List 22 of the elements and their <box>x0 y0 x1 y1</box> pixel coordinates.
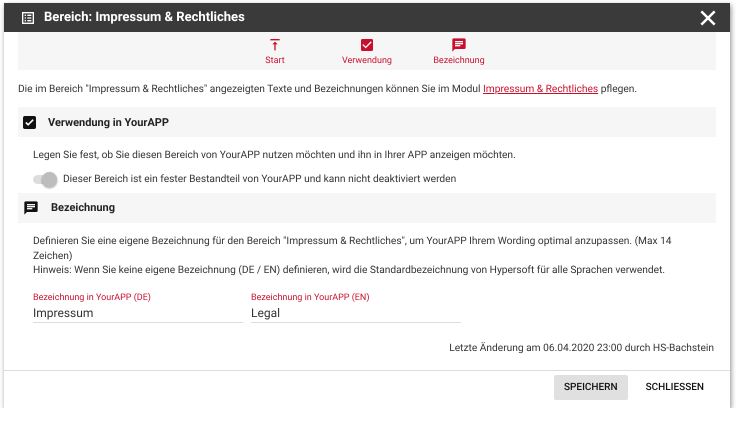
section-title: Bezeichnung <box>51 201 115 214</box>
window-title: Bereich: Impressum & Rechtliches <box>44 10 246 25</box>
last-change-text: Letzte Änderung am 06.04.2020 23:00 durch HS-Bachstein <box>448 341 714 356</box>
save-button[interactable]: SPEICHERN <box>554 375 628 400</box>
comment-icon <box>451 37 467 53</box>
nav-link[interactable]: Verwendung <box>342 56 392 66</box>
checkbox-icon <box>359 37 375 53</box>
section-description: Legen Sie fest, ob Sie diesen Bereich von YourAPP nutzen möchten und ihn in Ihrer APP anzeigen möchten. <box>32 149 517 163</box>
close-text-button[interactable]: SCHLIESSEN <box>636 375 714 400</box>
toggle-label: Dieser Bereich ist ein fester Bestandteil von YourAPP und kann nicht deaktiviert werden <box>63 174 456 185</box>
nav-link[interactable]: Bezeichnung <box>433 56 485 66</box>
nav-link[interactable]: Start <box>265 56 285 66</box>
field-label: Bezeichnung in YourAPP (DE) <box>33 293 152 304</box>
module-link[interactable]: Impressum & Rechtliches <box>483 84 598 95</box>
list-icon <box>20 10 36 26</box>
section-description: Definieren Sie eine eigene Bezeichnung für den Bereich "Impressum & Rechtliches", um YourAPP Ihrem Wording optimal anzupassen. (Max 14 Zeichen) Hinweis: Wenn Sie keine eigene Bezeichnung (DE / EN) definieren, wird die Standardbezeichnung von Hypersoft für alle Sprachen verwendet. <box>32 234 673 278</box>
checkbox[interactable] <box>23 116 36 128</box>
section-title: Verwendung in YourAPP <box>48 116 169 128</box>
field-label: Bezeichnung in YourAPP (EN) <box>251 293 370 304</box>
intro-text: Die im Bereich "Impressum & Rechtliches" angezeigten Texte und Bezeichnungen können Sie im Modul Impressum & Rechtliches pflegen. <box>18 84 638 95</box>
comment-icon <box>23 200 39 216</box>
close-button[interactable] <box>698 8 718 28</box>
